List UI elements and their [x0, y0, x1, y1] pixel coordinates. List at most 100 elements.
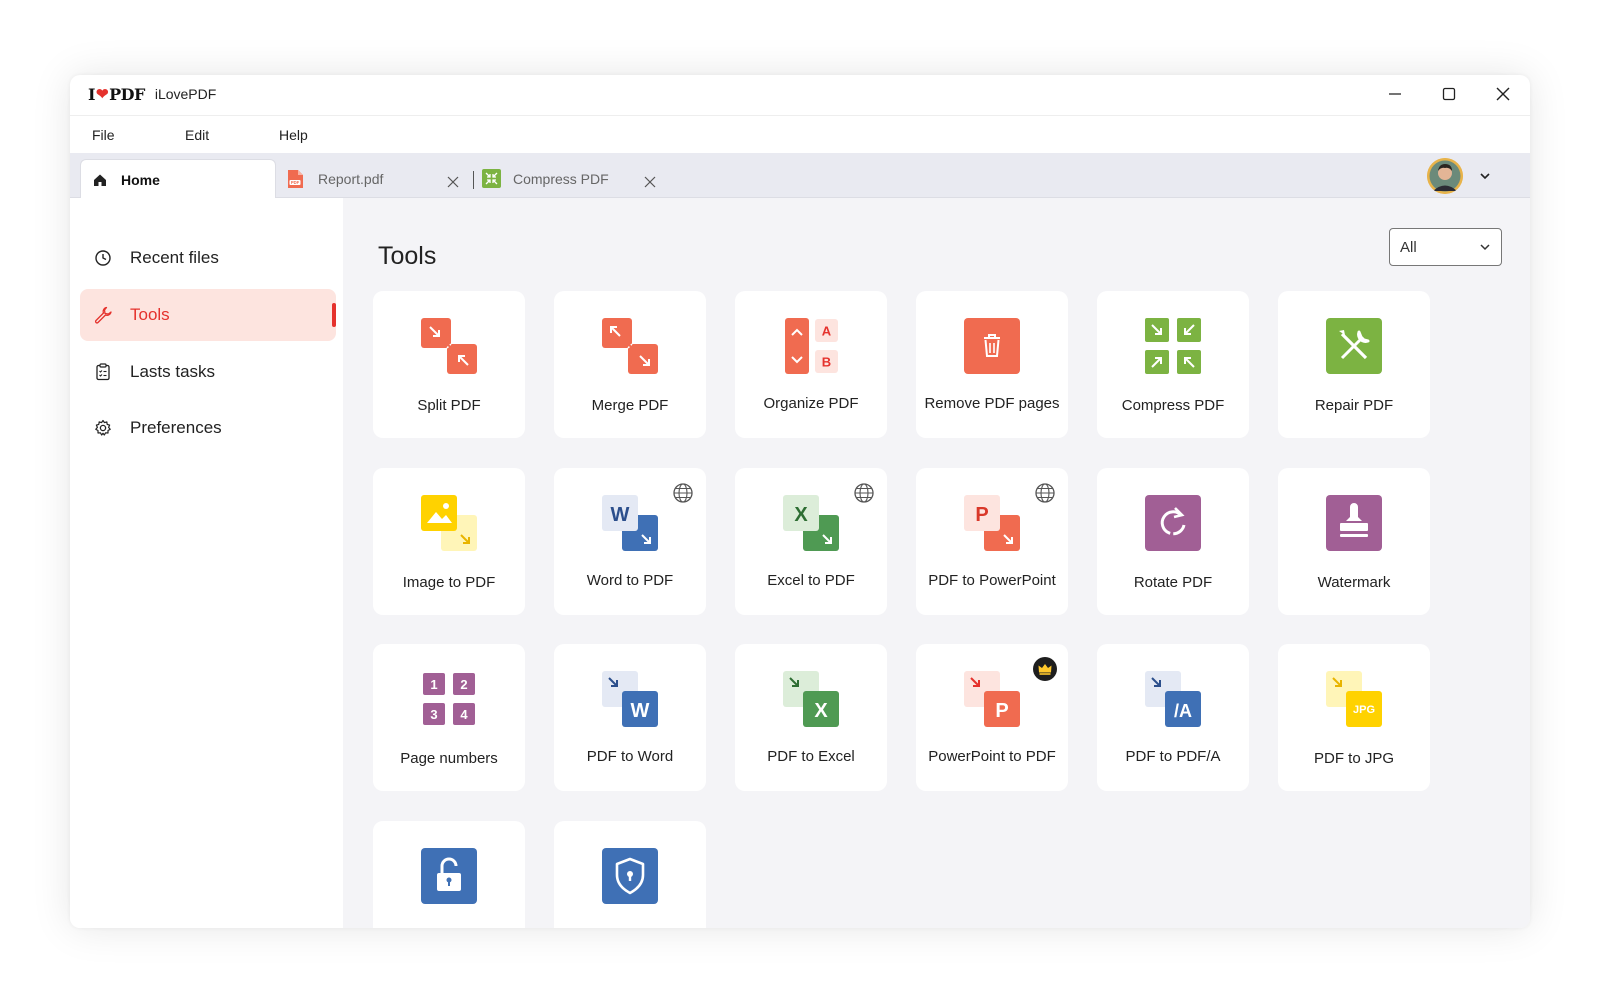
merge-pdf-icon	[602, 318, 658, 374]
close-window-button[interactable]	[1476, 75, 1530, 113]
compress-icon	[1145, 318, 1201, 374]
tool-label: Repair PDF	[1314, 397, 1394, 414]
tool-label: Remove PDF pages	[924, 395, 1060, 412]
stamp-icon	[1326, 495, 1382, 551]
globe-icon	[673, 483, 693, 503]
tool-filter-select[interactable]: All	[1389, 228, 1502, 266]
tool-card-pdf-to-word[interactable]: W PDF to Word	[554, 644, 706, 791]
icon-letter: /A	[1174, 701, 1192, 721]
maximize-icon	[1442, 87, 1456, 101]
menu-edit[interactable]: Edit	[185, 127, 209, 143]
logo-text-left: I	[88, 84, 95, 104]
icon-letter-a: A	[822, 324, 832, 339]
tab-compress-close-button[interactable]	[640, 172, 660, 192]
word-icon: W	[602, 671, 658, 727]
maximize-button[interactable]	[1422, 75, 1476, 113]
sidebar-item-label: Tools	[130, 305, 170, 324]
svg-text:PDF: PDF	[291, 180, 300, 185]
page-title: Tools	[378, 242, 437, 270]
tool-card-organize-pdf[interactable]: A B Organize PDF	[735, 291, 887, 438]
tool-card-compress-pdf[interactable]: Compress PDF	[1097, 291, 1249, 438]
icon-number: 2	[460, 677, 467, 692]
tool-card-repair-pdf[interactable]: Repair PDF	[1278, 291, 1430, 438]
tool-card-remove-pdf-pages[interactable]: Remove PDF pages	[916, 291, 1068, 438]
wrench-icon	[93, 305, 113, 325]
tool-card-merge-pdf[interactable]: Merge PDF	[554, 291, 706, 438]
tool-label: Word to PDF	[586, 572, 674, 589]
tool-label: Compress PDF	[1121, 397, 1225, 414]
account-menu-button[interactable]	[1476, 167, 1494, 185]
menu-help[interactable]: Help	[279, 127, 308, 143]
tool-card-rotate-pdf[interactable]: Rotate PDF	[1097, 468, 1249, 615]
pdf-file-icon: PDF	[286, 169, 304, 189]
sidebar: Recent files Tools Lasts tasks Preferenc…	[70, 198, 343, 928]
tool-label: PDF to Excel	[767, 748, 855, 765]
tool-card-watermark[interactable]: Watermark	[1278, 468, 1430, 615]
compress-icon	[482, 169, 501, 188]
excel-icon: X	[783, 495, 839, 551]
tool-card-image-to-pdf[interactable]: Image to PDF	[373, 468, 525, 615]
tool-card-protect-pdf[interactable]	[554, 821, 706, 928]
sidebar-item-preferences[interactable]: Preferences	[80, 402, 336, 454]
repair-icon	[1326, 318, 1382, 374]
sidebar-item-lasts-tasks[interactable]: Lasts tasks	[80, 346, 336, 398]
tool-card-pdf-to-jpg[interactable]: JPG PDF to JPG	[1278, 644, 1430, 791]
tool-card-unlock-pdf[interactable]	[373, 821, 525, 928]
clipboard-icon	[93, 362, 113, 382]
minimize-icon	[1389, 93, 1401, 95]
word-icon: W	[602, 495, 658, 551]
menu-file[interactable]: File	[92, 127, 115, 143]
page-numbers-icon: 1 2 3 4	[423, 673, 475, 725]
shield-icon	[602, 848, 658, 904]
window-controls	[1368, 75, 1530, 113]
tool-card-pdf-to-excel[interactable]: X PDF to Excel	[735, 644, 887, 791]
chevron-down-icon	[1480, 173, 1490, 180]
jpg-icon: JPG	[1326, 671, 1382, 727]
sidebar-item-tools[interactable]: Tools	[80, 289, 336, 341]
globe-icon	[1035, 483, 1055, 503]
organize-pdf-icon: A B	[785, 318, 838, 374]
tool-label: PowerPoint to PDF	[928, 748, 1056, 765]
avatar[interactable]	[1427, 158, 1463, 194]
tool-label: Split PDF	[417, 397, 481, 414]
chevron-down-icon	[1480, 244, 1490, 251]
tool-card-split-pdf[interactable]: Split PDF	[373, 291, 525, 438]
icon-letter: JPG	[1353, 704, 1375, 716]
icon-letter: W	[611, 504, 630, 526]
tool-card-powerpoint-to-pdf[interactable]: P PowerPoint to PDF	[916, 644, 1068, 791]
icon-letter: W	[631, 700, 650, 722]
tool-card-excel-to-pdf[interactable]: X Excel to PDF	[735, 468, 887, 615]
pdfa-icon: /A	[1145, 671, 1201, 727]
excel-icon: X	[783, 671, 839, 727]
sidebar-item-recent-files[interactable]: Recent files	[80, 232, 336, 284]
icon-letter: P	[975, 504, 988, 526]
tool-label: PDF to Word	[586, 748, 674, 765]
sidebar-item-label: Recent files	[130, 248, 219, 267]
minimize-button[interactable]	[1368, 75, 1422, 113]
icon-letter: P	[995, 700, 1008, 722]
tool-label: Image to PDF	[402, 574, 496, 591]
title-bar: I ❤ PDF iLovePDF	[70, 75, 1530, 113]
tab-report[interactable]: PDF Report.pdf	[286, 159, 462, 198]
tab-home[interactable]: Home	[80, 159, 276, 199]
tab-compress[interactable]: Compress PDF	[482, 159, 662, 198]
sidebar-item-label: Lasts tasks	[130, 362, 216, 381]
tool-card-pdf-to-pdfa[interactable]: /A PDF to PDF/A	[1097, 644, 1249, 791]
menu-bar: File Edit Help	[70, 115, 1530, 153]
tool-label: Organize PDF	[763, 395, 859, 412]
powerpoint-icon: P	[964, 495, 1020, 551]
tab-bar: Home PDF Report.pdf Compress PDF	[70, 153, 1530, 199]
rotate-icon	[1145, 495, 1201, 551]
tab-report-close-button[interactable]	[443, 172, 463, 192]
tab-compress-label: Compress PDF	[513, 170, 609, 187]
tool-label: Watermark	[1317, 574, 1391, 591]
icon-letter: X	[794, 504, 808, 526]
tool-filter-value: All	[1400, 238, 1417, 256]
split-pdf-icon	[421, 318, 477, 374]
home-icon	[93, 173, 107, 187]
tool-card-word-to-pdf[interactable]: W Word to PDF	[554, 468, 706, 615]
crown-icon	[1033, 657, 1057, 681]
tool-card-pdf-to-powerpoint[interactable]: P PDF to PowerPoint	[916, 468, 1068, 615]
app-window: I ❤ PDF iLovePDF File Edit Help Home PDF…	[70, 75, 1530, 928]
tool-card-page-numbers[interactable]: 1 2 3 4 Page numbers	[373, 644, 525, 791]
